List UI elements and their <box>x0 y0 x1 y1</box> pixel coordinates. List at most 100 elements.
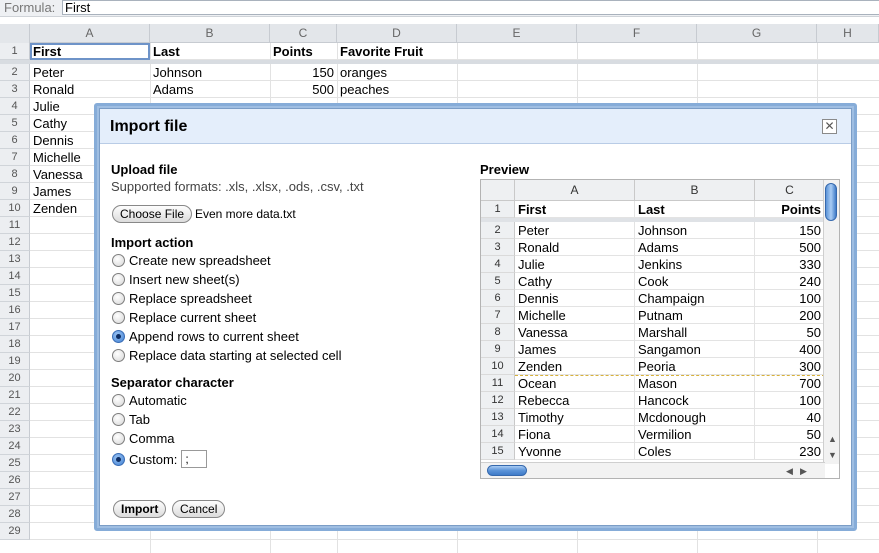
cell[interactable]: oranges <box>337 64 457 81</box>
radio-option[interactable]: Create new spreadsheet <box>112 251 271 269</box>
preview-cell: Points <box>755 201 825 218</box>
row-header[interactable]: 12 <box>0 234 30 251</box>
cell[interactable]: Adams <box>150 81 270 98</box>
radio-button[interactable] <box>112 310 125 324</box>
row-header[interactable]: 16 <box>0 302 30 319</box>
row-header[interactable]: 19 <box>0 353 30 370</box>
scroll-left-arrow-icon[interactable]: ◀ <box>786 466 793 476</box>
row-header[interactable]: 9 <box>0 183 30 200</box>
radio-button[interactable] <box>112 291 125 305</box>
radio-option[interactable]: Replace current sheet <box>112 308 256 326</box>
radio-button[interactable] <box>112 253 125 267</box>
formula-input[interactable]: First <box>62 0 879 15</box>
preview-row-header: 5 <box>481 273 515 290</box>
radio-button[interactable] <box>112 452 125 466</box>
radio-option[interactable]: Comma <box>112 429 175 447</box>
row-header[interactable]: 14 <box>0 268 30 285</box>
radio-button[interactable] <box>112 329 125 343</box>
row-header[interactable]: 24 <box>0 438 30 455</box>
radio-button[interactable] <box>112 272 125 286</box>
row-header[interactable]: 26 <box>0 472 30 489</box>
row-header[interactable]: 15 <box>0 285 30 302</box>
radio-option[interactable]: Insert new sheet(s) <box>112 270 240 288</box>
radio-button[interactable] <box>112 412 125 426</box>
scroll-up-arrow-icon[interactable]: ▲ <box>828 434 837 444</box>
row-header[interactable]: 22 <box>0 404 30 421</box>
radio-option[interactable]: Replace spreadsheet <box>112 289 252 307</box>
import-button[interactable]: Import <box>113 500 167 518</box>
horizontal-scroll-thumb[interactable] <box>487 465 527 476</box>
vertical-scroll-thumb[interactable] <box>825 183 837 221</box>
row-header[interactable]: 13 <box>0 251 30 268</box>
radio-option[interactable]: Replace data starting at selected cell <box>112 346 341 364</box>
preview-column-header: A <box>515 180 635 201</box>
row-header[interactable]: 5 <box>0 115 30 132</box>
column-header[interactable]: B <box>150 24 270 43</box>
row-header[interactable]: 11 <box>0 217 30 234</box>
cell[interactable]: Points <box>270 43 337 60</box>
preview-cell: Last <box>635 201 755 218</box>
preview-cell: 240 <box>755 273 825 290</box>
column-header[interactable]: A <box>30 24 150 43</box>
column-header[interactable]: D <box>337 24 457 43</box>
choose-file-button[interactable]: Choose File <box>112 205 193 223</box>
row-header[interactable]: 21 <box>0 387 30 404</box>
preview-cell: Johnson <box>635 222 755 239</box>
cell[interactable]: 150 <box>270 64 337 81</box>
row-header[interactable]: 23 <box>0 421 30 438</box>
row-header[interactable]: 29 <box>0 523 30 540</box>
row-header[interactable]: 6 <box>0 132 30 149</box>
radio-button[interactable] <box>112 393 125 407</box>
row-header[interactable]: 2 <box>0 64 30 81</box>
radio-option[interactable]: Automatic <box>112 391 187 409</box>
column-header[interactable]: F <box>577 24 697 43</box>
column-header[interactable]: H <box>817 24 879 43</box>
cell[interactable]: Favorite Fruit <box>337 43 457 60</box>
row-header[interactable]: 20 <box>0 370 30 387</box>
row-header[interactable]: 10 <box>0 200 30 217</box>
cell[interactable]: First <box>30 43 150 60</box>
cell[interactable]: Ronald <box>30 81 150 98</box>
row-header[interactable]: 25 <box>0 455 30 472</box>
radio-button[interactable] <box>112 348 125 362</box>
preview-cell: Yvonne <box>515 443 635 460</box>
custom-separator-input[interactable]: ; <box>181 450 208 468</box>
radio-option[interactable]: Append rows to current sheet <box>112 327 299 345</box>
preview-cell: Vanessa <box>515 324 635 341</box>
scroll-right-arrow-icon[interactable]: ▶ <box>800 466 807 476</box>
radio-option[interactable]: Tab <box>112 410 150 428</box>
radio-button[interactable] <box>112 431 125 445</box>
separator-heading: Separator character <box>111 375 234 390</box>
scroll-down-arrow-icon[interactable]: ▼ <box>828 450 837 460</box>
radio-option[interactable]: Custom:; <box>112 450 208 468</box>
row-header[interactable]: 7 <box>0 149 30 166</box>
preview-corner <box>481 180 515 201</box>
column-header[interactable]: E <box>457 24 577 43</box>
row-header[interactable]: 8 <box>0 166 30 183</box>
preview-cell: 50 <box>755 324 825 341</box>
row-header[interactable]: 28 <box>0 506 30 523</box>
column-header[interactable]: C <box>270 24 337 43</box>
cancel-button[interactable]: Cancel <box>172 500 226 518</box>
cell[interactable]: Peter <box>30 64 150 81</box>
row-header[interactable]: 17 <box>0 319 30 336</box>
row-header[interactable]: 3 <box>0 81 30 98</box>
close-icon[interactable]: ✕ <box>822 119 837 134</box>
grid-corner[interactable] <box>0 24 30 43</box>
import-action-heading: Import action <box>111 235 194 250</box>
cell[interactable]: Last <box>150 43 270 60</box>
column-header[interactable]: G <box>697 24 817 43</box>
cell[interactable]: peaches <box>337 81 457 98</box>
cell[interactable]: Johnson <box>150 64 270 81</box>
row-header[interactable]: 4 <box>0 98 30 115</box>
preview-cell: Timothy <box>515 409 635 426</box>
preview-vertical-scrollbar[interactable]: ▲ ▼ <box>823 180 839 464</box>
row-header[interactable]: 27 <box>0 489 30 506</box>
row-header[interactable]: 18 <box>0 336 30 353</box>
preview-horizontal-scrollbar[interactable]: ◀ ▶ <box>481 462 825 478</box>
preview-cell: Adams <box>635 239 755 256</box>
cell[interactable]: 500 <box>270 81 337 98</box>
row-header[interactable]: 1 <box>0 43 30 60</box>
preview-cell: Dennis <box>515 290 635 307</box>
radio-label: Replace data starting at selected cell <box>129 347 342 363</box>
